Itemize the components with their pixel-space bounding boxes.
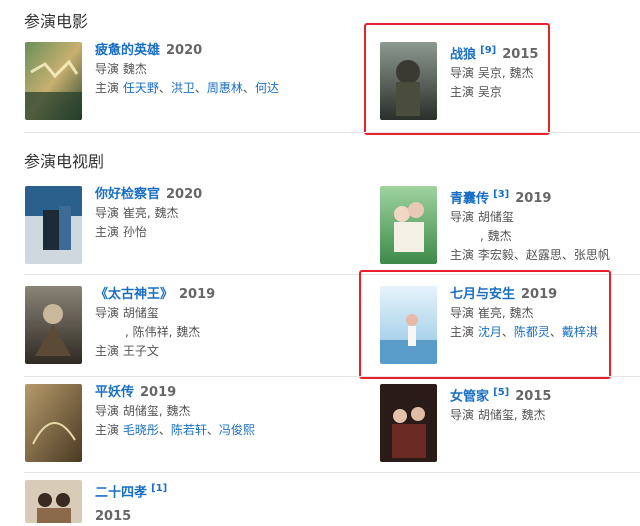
poster-image[interactable] <box>25 186 82 264</box>
cast-link[interactable]: 洪卫 <box>171 81 195 95</box>
film-year: 2020 <box>166 43 203 58</box>
poster-image[interactable] <box>25 286 82 364</box>
cast-name: 赵露思 <box>525 248 562 263</box>
film-card[interactable]: 疲惫的英雄 2020 导演 魏杰 主演 任天野、洪卫、周惠林、何达 <box>25 42 325 122</box>
tv-card[interactable]: 二十四孝 [1] 2015 <box>25 480 325 525</box>
director-name: 胡储玺, 魏杰 <box>477 408 546 423</box>
director-label: 导演 <box>95 404 120 418</box>
poster-image[interactable] <box>25 480 82 523</box>
director-name-cont: , 陈伟祥, 魏杰 <box>125 325 201 339</box>
citation-ref[interactable]: [3] <box>493 189 509 200</box>
cast-label: 主演 <box>450 248 475 263</box>
divider <box>24 132 640 133</box>
cast-link[interactable]: 周惠林 <box>207 81 243 95</box>
citation-ref[interactable]: [1] <box>151 483 167 494</box>
tv-year: 2019 <box>179 287 216 302</box>
tv-year: 2020 <box>166 187 203 202</box>
director-label: 导演 <box>450 408 475 423</box>
tv-year: 2015 <box>95 509 132 525</box>
cast-name: 李宏毅 <box>477 248 514 263</box>
tv-card[interactable]: 女管家 [5] 2015 导演 胡储玺, 魏杰 <box>380 384 620 464</box>
cast-label: 主演 <box>95 423 120 437</box>
tv-year: 2019 <box>515 191 552 207</box>
tv-title[interactable]: 女管家 <box>450 389 489 404</box>
cast-name: 王子文 <box>122 344 159 358</box>
director-label: 导演 <box>95 62 120 76</box>
director-name-cont: , 魏杰 <box>480 229 512 244</box>
tv-card[interactable]: 平妖传 2019 导演 胡储玺, 魏杰 主演 毛晓彤、陈若轩、冯俊熙 <box>25 384 325 464</box>
cast-name: 张思帆 <box>573 248 610 263</box>
director-name: 崔亮, 魏杰 <box>122 206 179 220</box>
director-label: 导演 <box>95 206 120 220</box>
poster-image[interactable] <box>25 384 82 462</box>
cast-label: 主演 <box>95 344 120 358</box>
tv-title[interactable]: 青囊传 <box>450 191 489 206</box>
section-title-films: 参演电影 <box>24 12 89 31</box>
tv-card[interactable]: 你好检察官 2020 导演 崔亮, 魏杰 主演 孙怡 <box>25 186 325 266</box>
tv-year: 2019 <box>140 385 177 400</box>
director-name: 胡储玺 <box>477 210 514 225</box>
director-name: 胡储玺, 魏杰 <box>122 404 191 418</box>
tv-card[interactable]: 《太古神王》 2019 导演 胡储玺 , 陈伟祥, 魏杰 主演 王子文 <box>25 286 325 366</box>
cast-link[interactable]: 冯俊熙 <box>219 423 255 437</box>
director-label: 导演 <box>450 210 475 225</box>
tv-title[interactable]: 平妖传 <box>95 385 134 400</box>
cast-label: 主演 <box>95 81 120 95</box>
cast-link[interactable]: 任天野 <box>123 81 159 95</box>
director-name: 胡储玺 <box>122 306 159 320</box>
cast-name: 孙怡 <box>122 225 147 239</box>
highlight-box <box>364 23 550 135</box>
tv-title[interactable]: 你好检察官 <box>95 187 160 202</box>
poster-image[interactable] <box>380 186 437 264</box>
cast-link[interactable]: 陈若轩 <box>171 423 207 437</box>
cast-link[interactable]: 毛晓彤 <box>123 423 159 437</box>
citation-ref[interactable]: [5] <box>493 387 509 398</box>
poster-image[interactable] <box>25 42 82 120</box>
divider <box>24 472 640 473</box>
director-label: 导演 <box>95 306 120 320</box>
divider <box>24 376 640 377</box>
cast-label: 主演 <box>95 225 120 239</box>
director-name: 魏杰 <box>122 62 147 76</box>
highlight-box <box>359 270 611 379</box>
film-title[interactable]: 疲惫的英雄 <box>95 43 160 58</box>
tv-year: 2015 <box>515 389 552 405</box>
cast-link[interactable]: 何达 <box>255 81 279 95</box>
tv-title[interactable]: 《太古神王》 <box>95 287 173 302</box>
section-title-tv: 参演电视剧 <box>24 152 105 171</box>
tv-title[interactable]: 二十四孝 <box>95 485 147 500</box>
poster-image[interactable] <box>380 384 437 462</box>
tv-card[interactable]: 青囊传 [3] 2019 导演 胡储玺 , 魏杰 主演 李宏毅、赵露思、张思帆 <box>380 186 635 266</box>
